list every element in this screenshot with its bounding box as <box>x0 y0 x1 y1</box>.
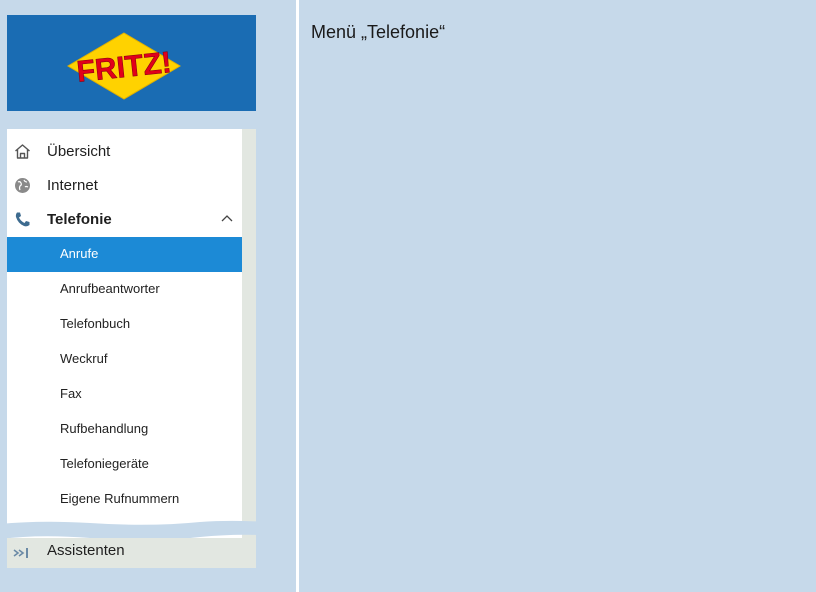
sub-item-label: Fax <box>60 386 82 401</box>
nav-item-telefonie[interactable]: Telefonie <box>7 202 242 236</box>
sub-item-anrufe[interactable]: Anrufe <box>7 237 242 272</box>
chevron-up-icon[interactable] <box>220 212 234 224</box>
nav-item-assistenten[interactable]: Assistenten <box>7 538 256 568</box>
sub-item-label: Anrufe <box>60 246 99 261</box>
sub-item-weckruf[interactable]: Weckruf <box>7 342 242 377</box>
sub-item-label: Eigene Rufnummern <box>60 491 180 506</box>
sub-item-eigene-rufnummern[interactable]: Eigene Rufnummern <box>7 482 242 517</box>
nav-item-label: Übersicht <box>47 142 111 160</box>
nav-item-internet[interactable]: Internet <box>7 168 242 202</box>
nav-item-label: Telefonie <box>47 210 112 228</box>
sub-item-label: Weckruf <box>60 351 108 366</box>
screenshot-right-column: Menü „Telefonie“ <box>299 0 816 592</box>
sub-item-anrufbeantworter[interactable]: Anrufbeantworter <box>7 272 242 307</box>
sub-item-label: Telefoniegeräte <box>60 456 149 471</box>
home-icon <box>15 144 30 159</box>
sub-item-fax[interactable]: Fax <box>7 377 242 412</box>
sub-item-label: Rufbehandlung <box>60 421 149 436</box>
figure-caption: Menü „Telefonie“ <box>311 22 446 42</box>
wizard-icon <box>13 548 28 558</box>
nav-item-uebersicht[interactable]: Übersicht <box>7 134 242 168</box>
nav-item-label: Internet <box>47 176 98 194</box>
nav-item-label: Assistenten <box>47 542 125 559</box>
sub-item-rufbehandlung[interactable]: Rufbehandlung <box>7 412 242 447</box>
fritz-logo[interactable]: FRITZ! <box>64 31 184 101</box>
screenshot-left-column: FRITZ! Übersicht Internet Telefonie Anru… <box>0 0 296 592</box>
sub-item-label: Telefonbuch <box>60 316 131 331</box>
sub-item-telefoniegeraete[interactable]: Telefoniegeräte <box>7 447 242 482</box>
navigation-menu: Übersicht Internet Telefonie Anrufe Anru… <box>7 129 256 540</box>
sub-item-telefonbuch[interactable]: Telefonbuch <box>7 307 242 342</box>
sub-item-label: Anrufbeantworter <box>60 281 160 296</box>
phone-icon <box>15 212 30 227</box>
fritz-header: FRITZ! <box>7 15 256 111</box>
globe-icon <box>15 178 30 193</box>
